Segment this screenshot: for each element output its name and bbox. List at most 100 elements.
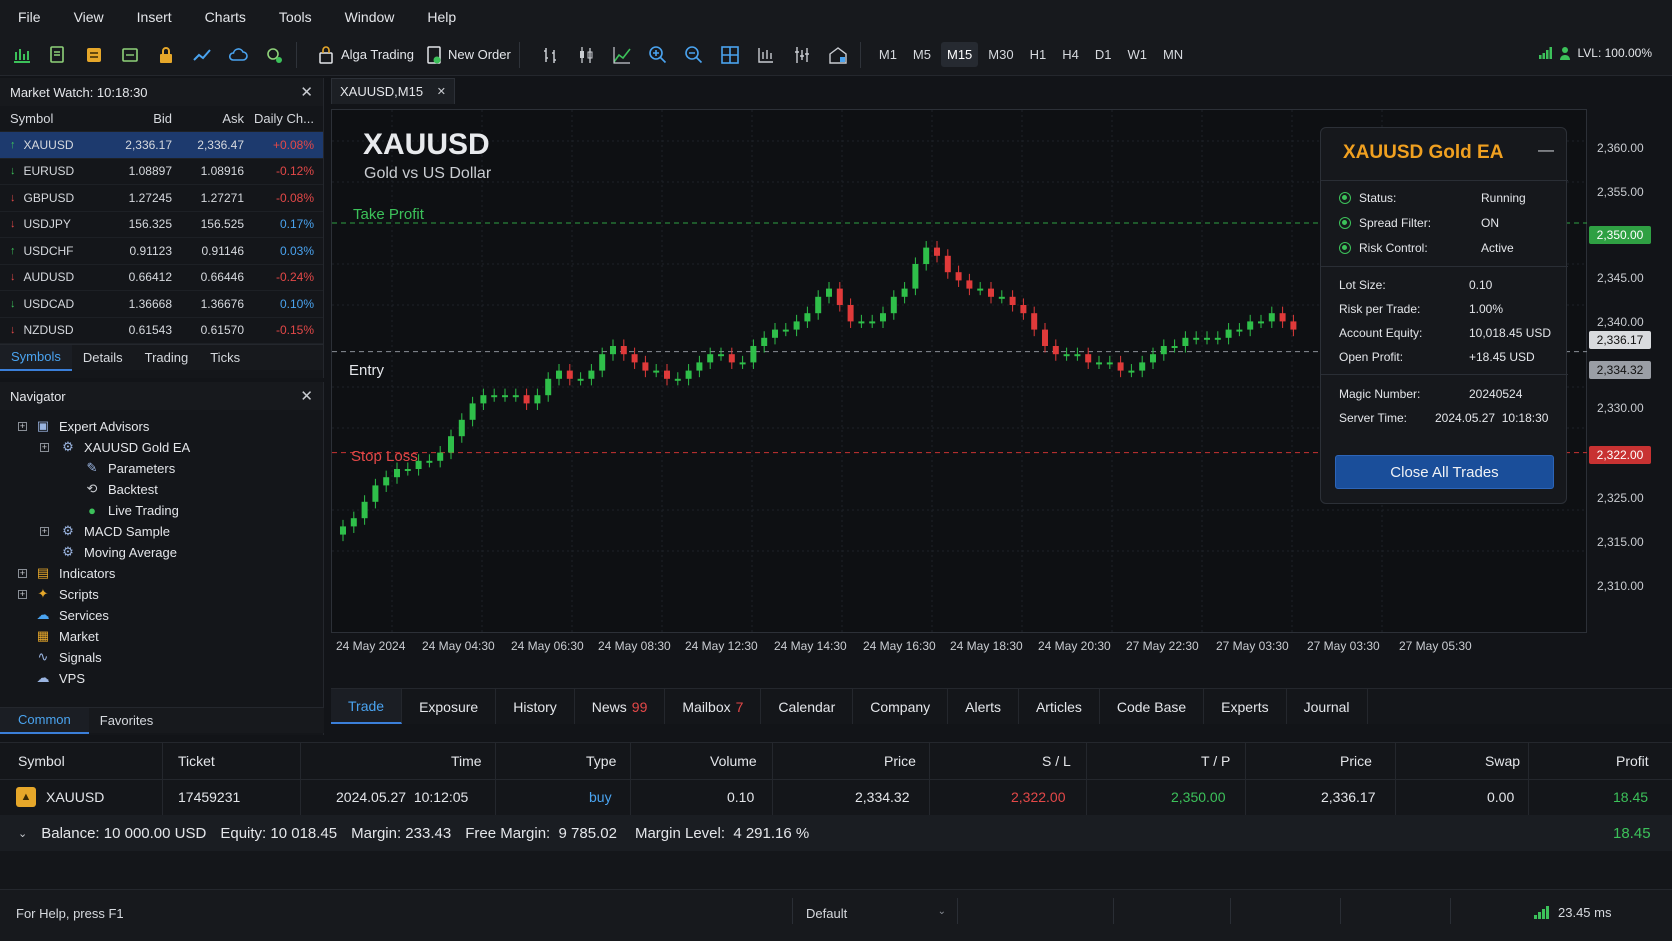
market-watch-row[interactable]: ↓ USDCAD 1.36668 1.36676 0.10% bbox=[0, 291, 323, 318]
market-watch-row[interactable]: ↓ AUDUSD 0.66412 0.66446 -0.24% bbox=[0, 265, 323, 291]
tab-journal[interactable]: Journal bbox=[1287, 689, 1368, 724]
tab-mailbox[interactable]: Mailbox 7 bbox=[665, 689, 762, 724]
col-ticket[interactable]: Ticket bbox=[178, 743, 215, 779]
zoom-in-icon[interactable] bbox=[644, 41, 672, 69]
col-ask[interactable]: Ask bbox=[180, 111, 252, 126]
col-type[interactable]: Type bbox=[586, 743, 616, 779]
profile-select[interactable]: Default ⌄ bbox=[806, 906, 946, 921]
navigator-item[interactable]: ⚙ XAUUSD Gold EA bbox=[60, 439, 190, 455]
navigator-item[interactable]: ✦ Scripts bbox=[35, 586, 99, 602]
navigator-item[interactable]: ● Live Trading bbox=[84, 502, 179, 518]
tab-calendar[interactable]: Calendar bbox=[761, 689, 854, 724]
tab-alerts[interactable]: Alerts bbox=[948, 689, 1019, 724]
col-sl[interactable]: S / L bbox=[1042, 743, 1071, 779]
tab-news[interactable]: News 99 bbox=[575, 689, 666, 724]
new-order-button[interactable]: New Order bbox=[426, 45, 511, 65]
navigator-item[interactable]: ☁ VPS bbox=[35, 670, 86, 686]
tab-trading[interactable]: Trading bbox=[134, 345, 200, 371]
market-watch-row[interactable]: ↓ NZDUSD 0.61543 0.61570 -0.15% bbox=[0, 318, 323, 344]
tab-common[interactable]: Common bbox=[0, 707, 89, 734]
timeframe-m1[interactable]: M1 bbox=[873, 42, 903, 67]
templates-icon[interactable] bbox=[824, 41, 852, 69]
menu-charts[interactable]: Charts bbox=[205, 9, 246, 25]
chart-shift-icon[interactable] bbox=[788, 41, 816, 69]
close-icon[interactable]: ✕ bbox=[300, 387, 313, 405]
tab-symbols[interactable]: Symbols bbox=[0, 344, 72, 371]
col-swap[interactable]: Swap bbox=[1485, 743, 1520, 779]
tab-favorites[interactable]: Favorites bbox=[89, 708, 164, 734]
timeframe-mn[interactable]: MN bbox=[1157, 42, 1189, 67]
market-watch-row[interactable]: ↓ USDJPY 156.325 156.525 0.17% bbox=[0, 212, 323, 238]
strategy-tester-icon[interactable] bbox=[260, 41, 288, 69]
menu-insert[interactable]: Insert bbox=[137, 9, 172, 25]
timeframe-m30[interactable]: M30 bbox=[982, 42, 1019, 67]
auto-scroll-icon[interactable] bbox=[752, 41, 780, 69]
col-symbol[interactable]: Symbol bbox=[18, 743, 65, 779]
timeframe-m5[interactable]: M5 bbox=[907, 42, 937, 67]
timeframe-m15[interactable]: M15 bbox=[940, 42, 979, 67]
navigator-item[interactable]: ☁ Services bbox=[35, 607, 109, 623]
expand-icon[interactable]: + bbox=[18, 569, 27, 578]
menu-help[interactable]: Help bbox=[427, 9, 456, 25]
expand-icon[interactable]: + bbox=[40, 527, 49, 536]
timeframe-h4[interactable]: H4 bbox=[1056, 42, 1085, 67]
col-daily-change[interactable]: Daily Ch... bbox=[252, 111, 322, 126]
menu-tools[interactable]: Tools bbox=[279, 9, 312, 25]
navigator-item[interactable]: ∿ Signals bbox=[35, 649, 102, 665]
tab-history[interactable]: History bbox=[496, 689, 575, 724]
expand-icon[interactable]: + bbox=[40, 443, 49, 452]
cloud-icon[interactable] bbox=[224, 41, 252, 69]
tab-ticks[interactable]: Ticks bbox=[199, 345, 251, 371]
navigator-item[interactable]: ▤ Indicators bbox=[35, 565, 116, 581]
tab-articles[interactable]: Articles bbox=[1019, 689, 1100, 724]
tab-trade[interactable]: Trade bbox=[331, 689, 403, 724]
market-watch-row[interactable]: ↓ EURUSD 1.08897 1.08916 -0.12% bbox=[0, 159, 323, 185]
market-watch-row[interactable]: ↓ GBPUSD 1.27245 1.27271 -0.08% bbox=[0, 185, 323, 212]
candlestick-icon[interactable] bbox=[572, 41, 600, 69]
col-profit[interactable]: Profit bbox=[1616, 743, 1649, 779]
navigator-item[interactable]: ▣ Expert Advisors bbox=[35, 418, 149, 434]
line-icon[interactable] bbox=[608, 41, 636, 69]
tab-code-base[interactable]: Code Base bbox=[1100, 689, 1205, 724]
algo-trading-button[interactable]: Alga Trading bbox=[317, 45, 414, 65]
new-chart-icon[interactable] bbox=[8, 41, 36, 69]
tab-experts[interactable]: Experts bbox=[1204, 689, 1287, 724]
profiles-icon[interactable] bbox=[44, 41, 72, 69]
lock-icon[interactable] bbox=[152, 41, 180, 69]
market-watch-row[interactable]: ↑ XAUUSD 2,336.17 2,336.47 +0.08% bbox=[0, 132, 323, 159]
col-bid[interactable]: Bid bbox=[110, 111, 180, 126]
navigator-item[interactable]: ⚙ Moving Average bbox=[60, 544, 177, 560]
minimize-icon[interactable]: — bbox=[1538, 142, 1554, 160]
bar-chart-icon[interactable] bbox=[536, 41, 564, 69]
col-price[interactable]: Price bbox=[884, 743, 916, 779]
col-current-price[interactable]: Price bbox=[1340, 743, 1372, 779]
timeframe-h1[interactable]: H1 bbox=[1024, 42, 1053, 67]
line-chart-icon[interactable] bbox=[188, 41, 216, 69]
tab-details[interactable]: Details bbox=[72, 345, 134, 371]
navigator-item[interactable]: ⚙ MACD Sample bbox=[60, 523, 170, 539]
close-icon[interactable]: ✕ bbox=[300, 83, 313, 101]
col-time[interactable]: Time bbox=[451, 743, 482, 779]
menu-window[interactable]: Window bbox=[345, 9, 395, 25]
tile-windows-icon[interactable] bbox=[716, 41, 744, 69]
col-tp[interactable]: T / P bbox=[1201, 743, 1230, 779]
navigator-item[interactable]: ✎ Parameters bbox=[84, 460, 176, 476]
menu-file[interactable]: File bbox=[18, 9, 41, 25]
chart-tab[interactable]: XAUUSD,M15 ✕ bbox=[331, 78, 455, 104]
menu-view[interactable]: View bbox=[74, 9, 104, 25]
expand-icon[interactable]: + bbox=[18, 590, 27, 599]
timeframe-d1[interactable]: D1 bbox=[1089, 42, 1118, 67]
expand-icon[interactable]: + bbox=[18, 422, 27, 431]
market-watch-icon[interactable] bbox=[80, 41, 108, 69]
navigator-item[interactable]: ⟲ Backtest bbox=[84, 481, 158, 497]
col-symbol[interactable]: Symbol bbox=[0, 111, 110, 126]
connection-status[interactable]: 23.45 ms bbox=[1534, 905, 1611, 920]
data-window-icon[interactable] bbox=[116, 41, 144, 69]
zoom-out-icon[interactable] bbox=[680, 41, 708, 69]
timeframe-w1[interactable]: W1 bbox=[1121, 42, 1153, 67]
close-icon[interactable]: ✕ bbox=[437, 85, 446, 98]
col-volume[interactable]: Volume bbox=[710, 743, 757, 779]
close-all-trades-button[interactable]: Close All Trades bbox=[1335, 455, 1554, 489]
tab-exposure[interactable]: Exposure bbox=[402, 689, 497, 724]
tab-company[interactable]: Company bbox=[853, 689, 949, 724]
